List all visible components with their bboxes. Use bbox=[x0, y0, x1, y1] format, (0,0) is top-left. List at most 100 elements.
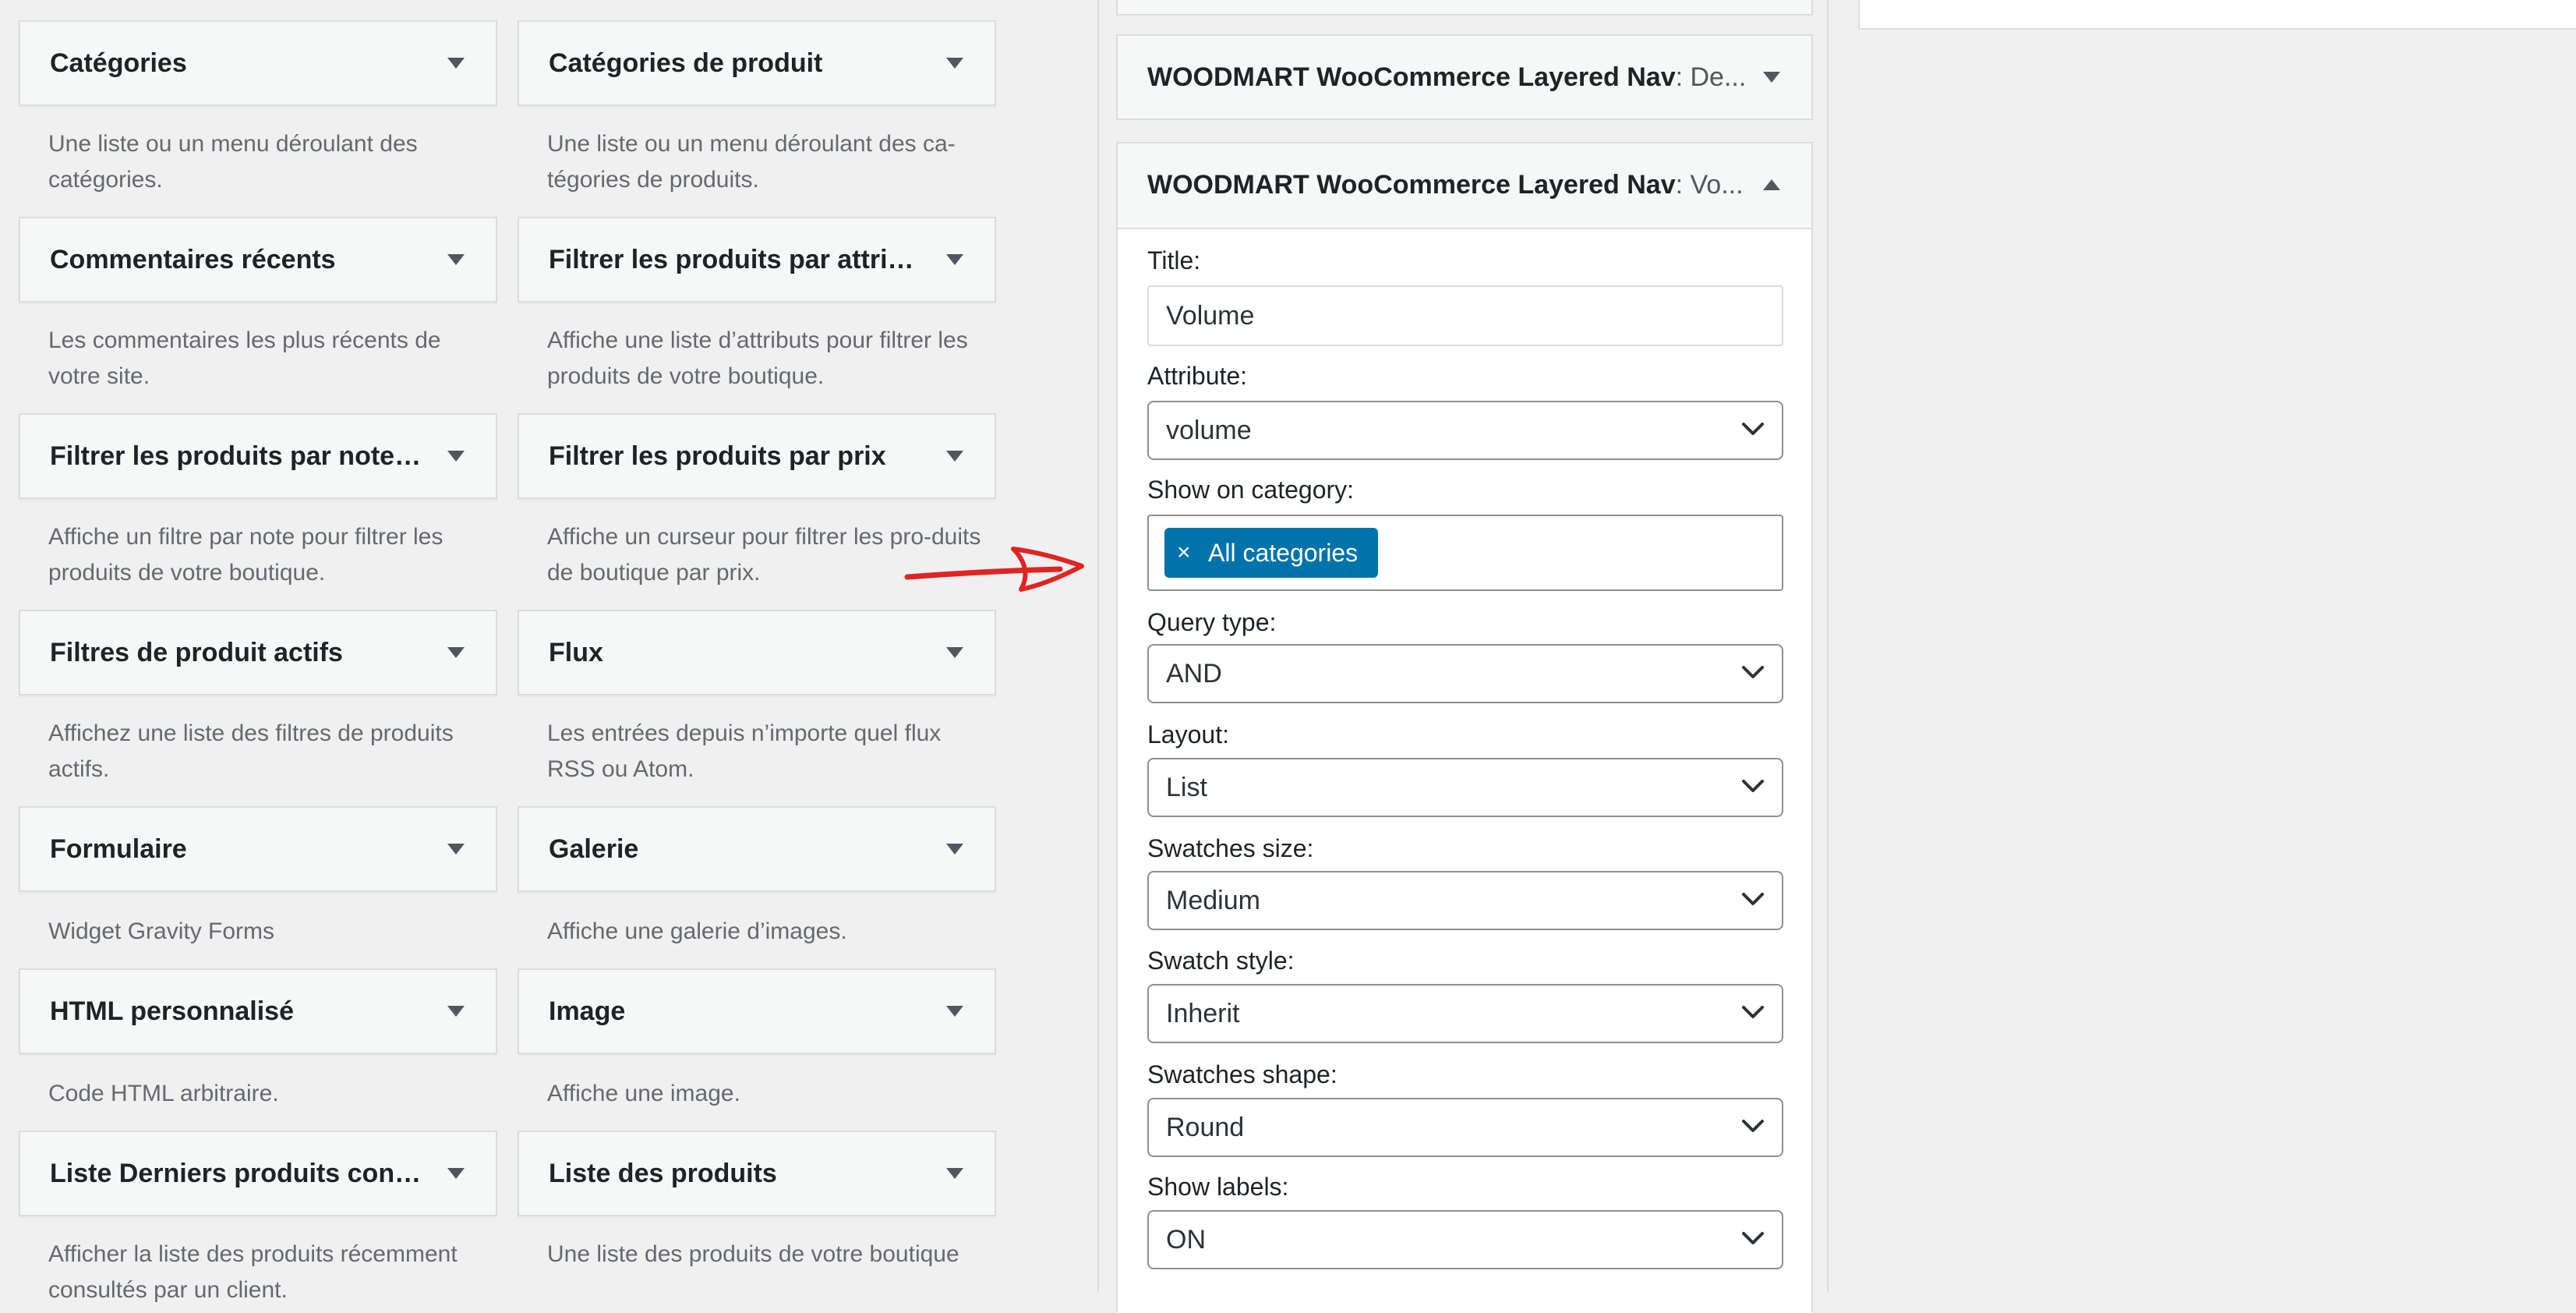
chevron-down-icon[interactable] bbox=[1763, 72, 1780, 83]
query-type-select[interactable]: AND bbox=[1147, 644, 1783, 703]
chevron-down-icon[interactable] bbox=[447, 451, 465, 462]
widget-product-categories[interactable]: Catégories de produit bbox=[518, 20, 996, 106]
widget-description: Affiche un filtre par note pour filtrer … bbox=[48, 524, 443, 586]
widget-title-sub: : Vo... bbox=[1675, 170, 1744, 200]
layout-label: Layout: bbox=[1147, 720, 1229, 749]
category-token[interactable]: × All categories bbox=[1164, 528, 1379, 578]
show-on-category-field[interactable]: × All categories bbox=[1147, 515, 1783, 591]
swatches-size-select[interactable]: Medium bbox=[1147, 871, 1783, 930]
widget-title: WOODMART WooCommerce Layered Nav: Vo... bbox=[1147, 143, 1744, 226]
chevron-down-icon bbox=[1742, 423, 1764, 435]
sidebar-widget-layered-nav-open: WOODMART WooCommerce Layered Nav: Vo... … bbox=[1116, 142, 1813, 1313]
show-labels-select[interactable]: ON bbox=[1147, 1210, 1783, 1269]
attribute-select[interactable]: volume bbox=[1147, 401, 1783, 460]
title-input[interactable]: Volume bbox=[1147, 285, 1783, 346]
swatch-style-label: Swatch style: bbox=[1147, 947, 1295, 975]
chevron-down-icon[interactable] bbox=[946, 844, 963, 855]
swatches-shape-select-value: Round bbox=[1166, 1113, 1245, 1142]
widget-title: Flux bbox=[549, 638, 603, 667]
widget-filter-by-rating[interactable]: Filtrer les produits par note… bbox=[19, 413, 497, 499]
swatches-shape-label: Swatches shape: bbox=[1147, 1060, 1337, 1088]
widget-custom-html[interactable]: HTML personnalisé bbox=[19, 968, 497, 1054]
chevron-down-icon[interactable] bbox=[447, 58, 465, 69]
widget-gallery[interactable]: Galerie bbox=[518, 806, 996, 892]
annotation-arrow-icon bbox=[904, 547, 1084, 592]
widget-title: Catégories bbox=[50, 48, 187, 78]
widget-title: WOODMART WooCommerce Layered Nav: De... bbox=[1147, 36, 1746, 119]
show-on-category-label: Show on category: bbox=[1147, 476, 1355, 504]
chevron-down-icon[interactable] bbox=[946, 647, 963, 658]
close-icon[interactable]: × bbox=[1177, 528, 1191, 578]
chevron-down-icon bbox=[1742, 780, 1764, 792]
chevron-down-icon bbox=[1742, 1120, 1764, 1132]
chevron-down-icon bbox=[1742, 1006, 1764, 1018]
chevron-up-icon[interactable] bbox=[1763, 179, 1780, 190]
widget-title: Filtrer les produits par prix bbox=[549, 441, 886, 471]
widget-rss[interactable]: Flux bbox=[518, 610, 996, 695]
chevron-down-icon[interactable] bbox=[447, 844, 465, 855]
widget-description: Widget Gravity Forms bbox=[48, 918, 275, 944]
chevron-down-icon[interactable] bbox=[946, 1006, 963, 1017]
layout-select-value: List bbox=[1166, 773, 1207, 802]
widget-form[interactable]: Formulaire bbox=[19, 806, 497, 892]
query-type-label: Query type: bbox=[1147, 608, 1277, 636]
widget-title: Filtres de produit actifs bbox=[50, 638, 343, 667]
widget-description: Une liste des produits de votre boutique bbox=[547, 1241, 959, 1267]
widget-title-sub: : De... bbox=[1675, 62, 1747, 92]
show-labels-select-value: ON bbox=[1166, 1225, 1206, 1255]
sidebar-column-divider-left bbox=[1097, 0, 1099, 1292]
widget-description: Code HTML arbitraire. bbox=[48, 1081, 279, 1106]
widget-description: Une liste ou un menu déroulant des ca-té… bbox=[547, 131, 956, 193]
widget-title: HTML personnalisé bbox=[50, 996, 294, 1026]
widget-active-filters[interactable]: Filtres de produit actifs bbox=[19, 610, 497, 695]
widget-products-list[interactable]: Liste des produits bbox=[518, 1131, 996, 1216]
widget-filter-by-attribute[interactable]: Filtrer les produits par attri… bbox=[518, 217, 996, 303]
layout-select[interactable]: List bbox=[1147, 758, 1783, 817]
title-label: Title: bbox=[1147, 246, 1201, 274]
chevron-down-icon[interactable] bbox=[946, 58, 963, 69]
widget-title-main: WOODMART WooCommerce Layered Nav bbox=[1147, 170, 1676, 200]
widget-filter-by-price[interactable]: Filtrer les produits par prix bbox=[518, 413, 996, 499]
widget-header[interactable]: WOODMART WooCommerce Layered Nav: Vo... bbox=[1118, 143, 1811, 229]
widget-categories[interactable]: Catégories bbox=[19, 20, 497, 106]
widget-description: Afficher la liste des produits récemment… bbox=[48, 1241, 458, 1303]
widget-title: Liste Derniers produits con… bbox=[50, 1159, 422, 1188]
chevron-down-icon[interactable] bbox=[447, 647, 465, 658]
swatch-style-select[interactable]: Inherit bbox=[1147, 984, 1783, 1043]
widget-description: Affiche une galerie d’images. bbox=[547, 918, 847, 944]
widget-title: Filtrer les produits par note… bbox=[50, 441, 422, 471]
chevron-down-icon bbox=[1742, 893, 1764, 905]
widget-title: Formulaire bbox=[50, 834, 187, 864]
show-labels-label: Show labels: bbox=[1147, 1173, 1289, 1201]
swatch-style-select-value: Inherit bbox=[1166, 999, 1240, 1028]
attribute-select-value: volume bbox=[1166, 416, 1252, 445]
swatches-size-label: Swatches size: bbox=[1147, 834, 1314, 862]
available-widgets-list: Catégories Une liste ou un menu déroulan… bbox=[0, 0, 1013, 1303]
widget-title-main: WOODMART WooCommerce Layered Nav bbox=[1147, 62, 1676, 92]
chevron-down-icon[interactable] bbox=[447, 1168, 465, 1179]
query-type-select-value: AND bbox=[1166, 659, 1222, 688]
chevron-down-icon[interactable] bbox=[946, 451, 963, 462]
widget-recent-comments[interactable]: Commentaires récents bbox=[19, 217, 497, 303]
sidebar-widget-layered-nav-collapsed[interactable]: WOODMART WooCommerce Layered Nav: De... bbox=[1116, 34, 1813, 120]
widget-image[interactable]: Image bbox=[518, 968, 996, 1054]
sidebar-column-divider-right bbox=[1827, 0, 1829, 1292]
chevron-down-icon[interactable] bbox=[447, 254, 465, 265]
widget-title: Image bbox=[549, 996, 626, 1026]
widget-title: Filtrer les produits par attri… bbox=[549, 245, 914, 274]
sidebar-widget-partial[interactable] bbox=[1116, 0, 1813, 16]
chevron-down-icon[interactable] bbox=[447, 1006, 465, 1017]
chevron-down-icon[interactable] bbox=[946, 254, 963, 265]
widget-title: Commentaires récents bbox=[50, 245, 336, 274]
swatches-shape-select[interactable]: Round bbox=[1147, 1098, 1783, 1157]
chevron-down-icon[interactable] bbox=[946, 1168, 963, 1179]
category-token-label: All categories bbox=[1208, 539, 1359, 567]
widget-description: Les entrées depuis n’importe quel flux R… bbox=[547, 720, 942, 782]
attribute-label: Attribute: bbox=[1147, 362, 1248, 390]
widget-title: Galerie bbox=[549, 834, 639, 864]
swatches-size-select-value: Medium bbox=[1166, 886, 1260, 915]
widget-title: Liste des produits bbox=[549, 1159, 777, 1188]
widget-recently-viewed-products[interactable]: Liste Derniers produits con… bbox=[19, 1131, 497, 1216]
widget-description: Affichez une liste des filtres de produi… bbox=[48, 720, 454, 782]
chevron-down-icon bbox=[1742, 1232, 1764, 1244]
